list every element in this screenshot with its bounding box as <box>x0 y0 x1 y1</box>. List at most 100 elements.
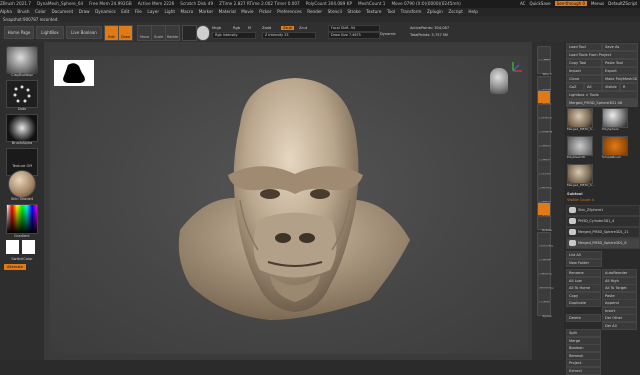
menu-item-stroke[interactable]: Stroke <box>347 9 360 14</box>
current-tool-selector[interactable]: Merged_PM3D_Sphere3D1 48 <box>566 99 638 107</box>
rgb-intensity-slider[interactable]: Rgb Intensity <box>212 32 256 39</box>
tool-thumbnail-label: PolySphere <box>602 127 619 131</box>
menu-item-render[interactable]: Render <box>307 9 322 14</box>
tool-thumbnail[interactable] <box>602 108 628 128</box>
right-shelf: BPRSPix 3ScrollZoomActualAAHalfPerspFloo… <box>532 42 564 360</box>
tool-button-lightbox-tools[interactable]: Lightbox > Tools <box>566 91 638 99</box>
switch-color-button[interactable]: SwitchColor <box>0 257 44 261</box>
list-all-button[interactable]: List All <box>566 251 602 259</box>
subtool-action-duplicate[interactable]: Duplicate <box>566 299 601 307</box>
lightbox-button[interactable]: LightBox <box>36 26 64 39</box>
tool-thumbnail[interactable] <box>567 136 593 156</box>
brush-thumbnail[interactable] <box>6 46 38 74</box>
alternate-button[interactable]: Alternate <box>4 264 26 270</box>
top-toolbar: Home Page LightBox Live Boolean Edit Dra… <box>0 22 640 42</box>
draw-size-slider[interactable]: Draw Size 7.4675 <box>328 32 380 39</box>
menu-item-color[interactable]: Color <box>35 9 46 14</box>
menu-item-tool[interactable]: Tool <box>387 9 395 14</box>
title-bar-right-item[interactable]: QuickSave <box>529 1 550 6</box>
texture-label: Texture Off <box>12 164 32 168</box>
subtool-action-del-all[interactable]: Del All <box>602 321 637 330</box>
menu-item-help[interactable]: Help <box>468 9 478 14</box>
rotate-button[interactable]: Rotate <box>165 25 180 41</box>
subtool-row[interactable]: Skin_ZSphere1 <box>566 205 640 216</box>
mrgb-toggle[interactable]: Mrgb <box>212 26 221 30</box>
main-color-swatch[interactable] <box>6 240 19 254</box>
color-picker[interactable] <box>6 204 38 234</box>
tool-button-load-tool[interactable]: Load Tool <box>566 43 602 51</box>
menu-item-dynamics[interactable]: Dynamics <box>95 9 116 14</box>
subtool-row[interactable]: Merged_PM3D_Sphere3D1_21 <box>566 227 640 238</box>
move-button[interactable]: Move <box>137 25 152 41</box>
menu-item-picker[interactable]: Picker <box>259 9 271 14</box>
axis-gizmo-icon[interactable] <box>510 60 524 74</box>
menu-item-texture[interactable]: Texture <box>366 9 381 14</box>
subtool-action-extract[interactable]: Extract <box>566 366 601 375</box>
dynamic-toggle[interactable]: Dynamic <box>380 32 396 36</box>
subtool-name: Skin_ZSphere1 <box>578 208 604 212</box>
menu-item-draw[interactable]: Draw <box>79 9 90 14</box>
menu-item-file[interactable]: File <box>135 9 142 14</box>
secondary-color-swatch[interactable] <box>22 240 35 254</box>
title-bar-right-item[interactable]: AC <box>520 1 525 6</box>
zsub-toggle[interactable]: Zsub <box>281 26 294 30</box>
tool-button-save-as[interactable]: Save As <box>602 43 638 51</box>
tool-button-import[interactable]: Import <box>566 67 602 75</box>
rgb-toggle[interactable]: Rgb <box>233 26 240 30</box>
menu-item-layer[interactable]: Layer <box>147 9 159 14</box>
stroke-thumbnail[interactable] <box>6 80 38 108</box>
tool-button-visible[interactable]: Visible <box>602 83 620 91</box>
tool-thumbnail[interactable] <box>602 136 628 156</box>
menu-item-preferences[interactable]: Preferences <box>277 9 302 14</box>
menu-item-material[interactable]: Material <box>219 9 236 14</box>
menu-item-stencil[interactable]: Stencil <box>328 9 342 14</box>
tool-button-load-tools-from-project[interactable]: Load Tools From Project <box>566 51 638 59</box>
tool-button-export[interactable]: Export <box>602 67 638 75</box>
menu-item-light[interactable]: Light <box>165 9 175 14</box>
material-thumbnail[interactable] <box>8 170 36 198</box>
subtool-row[interactable]: Merged_PM3D_Sphere3D1_8 <box>566 238 640 249</box>
focal-shift-slider[interactable]: Focal Shift -94 <box>328 25 380 32</box>
gorilla-sculpt[interactable] <box>170 70 420 360</box>
menu-item-edit[interactable]: Edit <box>121 9 129 14</box>
scale-button[interactable]: Scale <box>151 25 166 41</box>
tool-button-all[interactable]: All <box>584 83 602 91</box>
title-bar-right-item[interactable]: DefaultZScript <box>608 1 637 6</box>
new-folder-button[interactable]: New Folder <box>566 259 602 267</box>
title-bar-right-item[interactable]: Menus <box>591 1 604 6</box>
tool-thumbnail[interactable] <box>567 108 593 128</box>
live-boolean-button[interactable]: Live Boolean <box>66 26 102 39</box>
edit-button[interactable]: Edit <box>104 25 119 41</box>
zcut-toggle[interactable]: Zcut <box>299 26 307 30</box>
menu-item-brush[interactable]: Brush <box>17 9 29 14</box>
menu-item-document[interactable]: Document <box>51 9 73 14</box>
color-swatch-icon[interactable] <box>196 25 210 41</box>
navigation-head-icon[interactable] <box>490 68 508 94</box>
menu-item-zscript[interactable]: Zscript <box>448 9 463 14</box>
draw-button[interactable]: Draw <box>118 25 133 41</box>
tool-button-r[interactable]: R <box>620 83 638 91</box>
menu-item-marker[interactable]: Marker <box>199 9 213 14</box>
title-bar-right-item[interactable]: See-through 0 <box>554 1 588 6</box>
m-toggle[interactable]: M <box>248 26 251 30</box>
menu-item-macro[interactable]: Macro <box>181 9 194 14</box>
gradient-label: Gradient <box>14 234 30 238</box>
menu-item-movie[interactable]: Movie <box>241 9 253 14</box>
zadd-toggle[interactable]: Zadd <box>262 26 271 30</box>
tool-button-paste-tool[interactable]: Paste Tool <box>602 59 638 67</box>
material-swatch-icon[interactable] <box>182 25 197 41</box>
menu-item-alpha[interactable]: Alpha <box>0 9 12 14</box>
menu-item-transform[interactable]: Transform <box>401 9 422 14</box>
alpha-thumbnail[interactable] <box>6 114 38 142</box>
subtool-row[interactable]: PM3D_Cylinder3D1_4 <box>566 216 640 227</box>
tool-button-copy-tool[interactable]: Copy Tool <box>566 59 602 67</box>
tool-button-clone[interactable]: Clone <box>566 75 602 83</box>
tool-button-make-polymesh3d[interactable]: Make PolyMesh3D <box>602 75 638 83</box>
home-page-button[interactable]: Home Page <box>4 26 34 39</box>
subtool-thumbnail-icon <box>569 229 576 235</box>
menu-item-zplugin[interactable]: Zplugin <box>427 9 443 14</box>
subtool-action-delete[interactable]: Delete <box>566 314 601 322</box>
tool-button-goz[interactable]: GoZ <box>566 83 584 91</box>
tool-thumbnail[interactable] <box>567 164 593 184</box>
z-intensity-slider[interactable]: Z Intensity 33 <box>262 32 316 39</box>
